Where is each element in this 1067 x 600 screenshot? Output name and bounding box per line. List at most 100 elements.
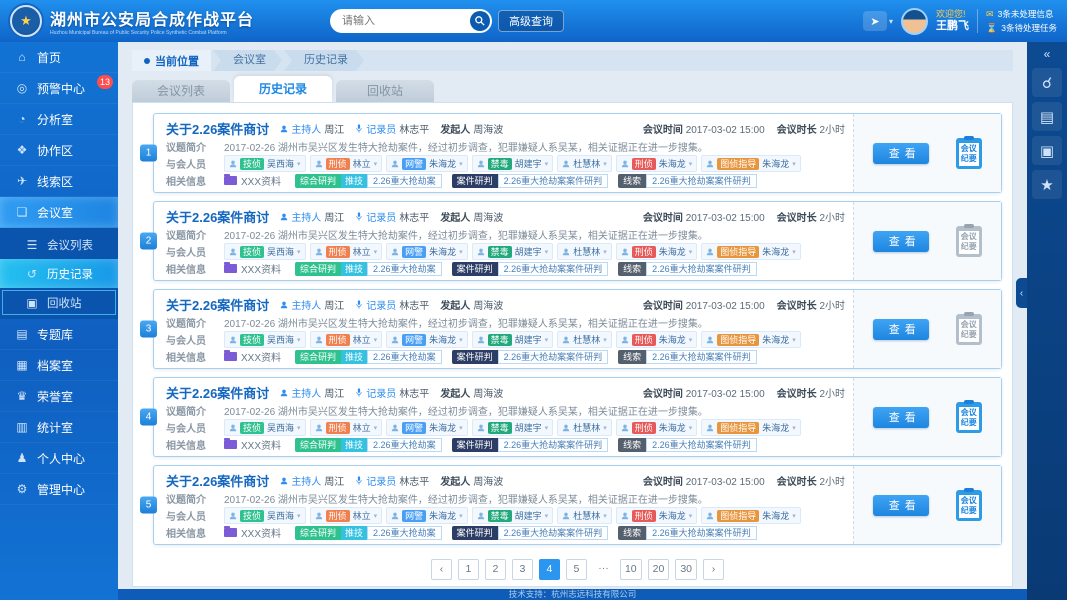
page-button[interactable]: 5	[565, 559, 587, 580]
attendee-chip[interactable]: 禁毒 胡建宇 ▾	[471, 419, 554, 436]
username[interactable]: 王鹏飞	[936, 20, 969, 32]
attendee-chip[interactable]: 禁毒 胡建宇 ▾	[471, 155, 554, 172]
notification-item[interactable]: ⌛ 3条待处理任务	[986, 22, 1057, 34]
sidebar-subitem[interactable]: ↺ 历史记录	[0, 259, 118, 288]
info-group[interactable]: 综合研判 推技 2.26重大抢劫案	[295, 525, 442, 540]
info-group[interactable]: 线索 2.26重大抢劫案案件研判	[618, 261, 757, 276]
meeting-title[interactable]: 关于2.26案件商讨	[166, 119, 269, 138]
view-button[interactable]: 查看	[873, 406, 930, 428]
info-group[interactable]: 综合研判 推技 2.26重大抢劫案	[295, 349, 442, 364]
attendee-chip[interactable]: 刑侦 林立 ▾	[309, 155, 383, 172]
page-button[interactable]: 2	[484, 559, 506, 580]
page-button[interactable]: 4	[538, 559, 560, 580]
sidebar-item[interactable]: ⚙ 管理中心	[0, 474, 118, 505]
material-link[interactable]: XXX资料	[224, 525, 281, 540]
attendee-chip[interactable]: 技侦 吴西海 ▾	[224, 507, 306, 524]
next-page-button[interactable]: ›	[703, 559, 725, 580]
sidebar-subitem[interactable]: ▣ 回收站	[0, 288, 118, 317]
info-group[interactable]: 综合研判 推技 2.26重大抢劫案	[295, 261, 442, 276]
material-link[interactable]: XXX资料	[224, 349, 281, 364]
meeting-title[interactable]: 关于2.26案件商讨	[166, 383, 269, 402]
sidebar-item[interactable]: ◔ 分析室	[0, 104, 118, 135]
sidebar-item[interactable]: ▥ 统计室	[0, 412, 118, 443]
attendee-chip[interactable]: 网警 朱海龙 ▾	[386, 155, 468, 172]
minutes-button[interactable]: 会议纪要	[955, 311, 982, 345]
material-link[interactable]: XXX资料	[224, 173, 281, 188]
sidebar-subitem[interactable]: ☰ 会议列表	[0, 230, 118, 259]
share-icon[interactable]: ➤	[863, 11, 888, 31]
sidebar-item[interactable]: ♟ 个人中心	[0, 443, 118, 474]
tab[interactable]: 会议列表	[132, 80, 230, 102]
page-button[interactable]: 1	[457, 559, 479, 580]
prev-page-button[interactable]: ‹	[430, 559, 452, 580]
attendee-chip[interactable]: 图侦指导 朱海龙 ▾	[701, 331, 801, 348]
attendee-chip[interactable]: 刑侦 林立 ▾	[309, 419, 383, 436]
view-button[interactable]: 查看	[873, 230, 930, 252]
attendee-chip[interactable]: 技侦 吴西海 ▾	[224, 419, 306, 436]
user-avatar[interactable]	[901, 7, 929, 35]
attendee-chip[interactable]: 图侦指导 朱海龙 ▾	[701, 243, 801, 260]
meeting-title[interactable]: 关于2.26案件商讨	[166, 207, 269, 226]
info-group[interactable]: 线索 2.26重大抢劫案案件研判	[618, 349, 757, 364]
attendee-chip[interactable]: 刑侦 朱海龙 ▾	[615, 243, 698, 260]
material-link[interactable]: XXX资料	[224, 261, 281, 276]
attendee-chip[interactable]: 杜慧林 ▾	[557, 419, 612, 436]
sidebar-item[interactable]: ❏ 会议室	[0, 197, 118, 228]
sidebar-item[interactable]: ▦ 档案室	[0, 350, 118, 381]
page-button[interactable]: 20	[647, 559, 670, 580]
tab[interactable]: 历史记录	[234, 76, 332, 102]
view-button[interactable]: 查看	[873, 318, 930, 340]
info-group[interactable]: 线索 2.26重大抢劫案案件研判	[618, 437, 757, 452]
minutes-button[interactable]: 会议纪要	[955, 135, 982, 169]
notification-item[interactable]: ✉ 3条未处理信息	[986, 8, 1057, 20]
info-group[interactable]: 案件研判 2.26重大抢劫案案件研判	[451, 525, 609, 540]
attendee-chip[interactable]: 网警 朱海龙 ▾	[386, 419, 468, 436]
attendee-chip[interactable]: 网警 朱海龙 ▾	[386, 331, 468, 348]
attendee-chip[interactable]: 图侦指导 朱海龙 ▾	[701, 419, 801, 436]
attendee-chip[interactable]: 禁毒 胡建宇 ▾	[471, 331, 554, 348]
tab[interactable]: 回收站	[336, 80, 434, 102]
attendee-chip[interactable]: 刑侦 朱海龙 ▾	[615, 419, 698, 436]
panel-collapse-handle[interactable]: ‹	[1016, 278, 1027, 308]
meeting-title[interactable]: 关于2.26案件商讨	[166, 471, 269, 490]
attendee-chip[interactable]: 杜慧林 ▾	[557, 331, 612, 348]
attendee-chip[interactable]: 杜慧林 ▾	[557, 155, 612, 172]
attendee-chip[interactable]: 刑侦 朱海龙 ▾	[615, 155, 698, 172]
info-group[interactable]: 案件研判 2.26重大抢劫案案件研判	[451, 173, 609, 188]
view-button[interactable]: 查看	[873, 494, 930, 516]
page-button[interactable]: 10	[619, 559, 642, 580]
page-button[interactable]: 3	[511, 559, 533, 580]
attendee-chip[interactable]: 刑侦 林立 ▾	[309, 507, 383, 524]
attendee-chip[interactable]: 刑侦 林立 ▾	[309, 243, 383, 260]
info-group[interactable]: 综合研判 推技 2.26重大抢劫案	[295, 437, 442, 452]
sidebar-item[interactable]: ◎ 预警中心 13	[0, 73, 118, 104]
attendee-chip[interactable]: 刑侦 朱海龙 ▾	[615, 331, 698, 348]
search-input[interactable]	[330, 9, 492, 33]
collapse-icon[interactable]: «	[1032, 45, 1062, 63]
favorites-star-icon[interactable]: ★	[1032, 170, 1062, 199]
breadcrumb-item[interactable]: 历史记录	[284, 50, 364, 71]
info-group[interactable]: 案件研判 2.26重大抢劫案案件研判	[451, 349, 609, 364]
monitor-icon[interactable]: ▣	[1032, 136, 1062, 165]
attendee-chip[interactable]: 技侦 吴西海 ▾	[224, 155, 306, 172]
minutes-button[interactable]: 会议纪要	[955, 487, 982, 521]
sidebar-item[interactable]: ⌂ 首页	[0, 42, 118, 73]
attendee-chip[interactable]: 网警 朱海龙 ▾	[386, 507, 468, 524]
save-icon[interactable]: ▤	[1032, 102, 1062, 131]
sidebar-item[interactable]: ♛ 荣誉室	[0, 381, 118, 412]
info-group[interactable]: 线索 2.26重大抢劫案案件研判	[618, 525, 757, 540]
attendee-chip[interactable]: 刑侦 林立 ▾	[309, 331, 383, 348]
search-button[interactable]	[470, 11, 490, 31]
attendee-chip[interactable]: 图侦指导 朱海龙 ▾	[701, 155, 801, 172]
sidebar-item[interactable]: ❖ 协作区	[0, 135, 118, 166]
chevron-down-icon[interactable]: ▾	[889, 17, 893, 26]
attendee-chip[interactable]: 网警 朱海龙 ▾	[386, 243, 468, 260]
sidebar-item[interactable]: ✈ 线索区	[0, 166, 118, 197]
attendee-chip[interactable]: 禁毒 胡建宇 ▾	[471, 507, 554, 524]
attendee-chip[interactable]: 杜慧林 ▾	[557, 507, 612, 524]
attendee-chip[interactable]: 禁毒 胡建宇 ▾	[471, 243, 554, 260]
material-link[interactable]: XXX资料	[224, 437, 281, 452]
breadcrumb-item[interactable]: 会议室	[213, 50, 282, 71]
attendee-chip[interactable]: 技侦 吴西海 ▾	[224, 331, 306, 348]
minutes-button[interactable]: 会议纪要	[955, 223, 982, 257]
